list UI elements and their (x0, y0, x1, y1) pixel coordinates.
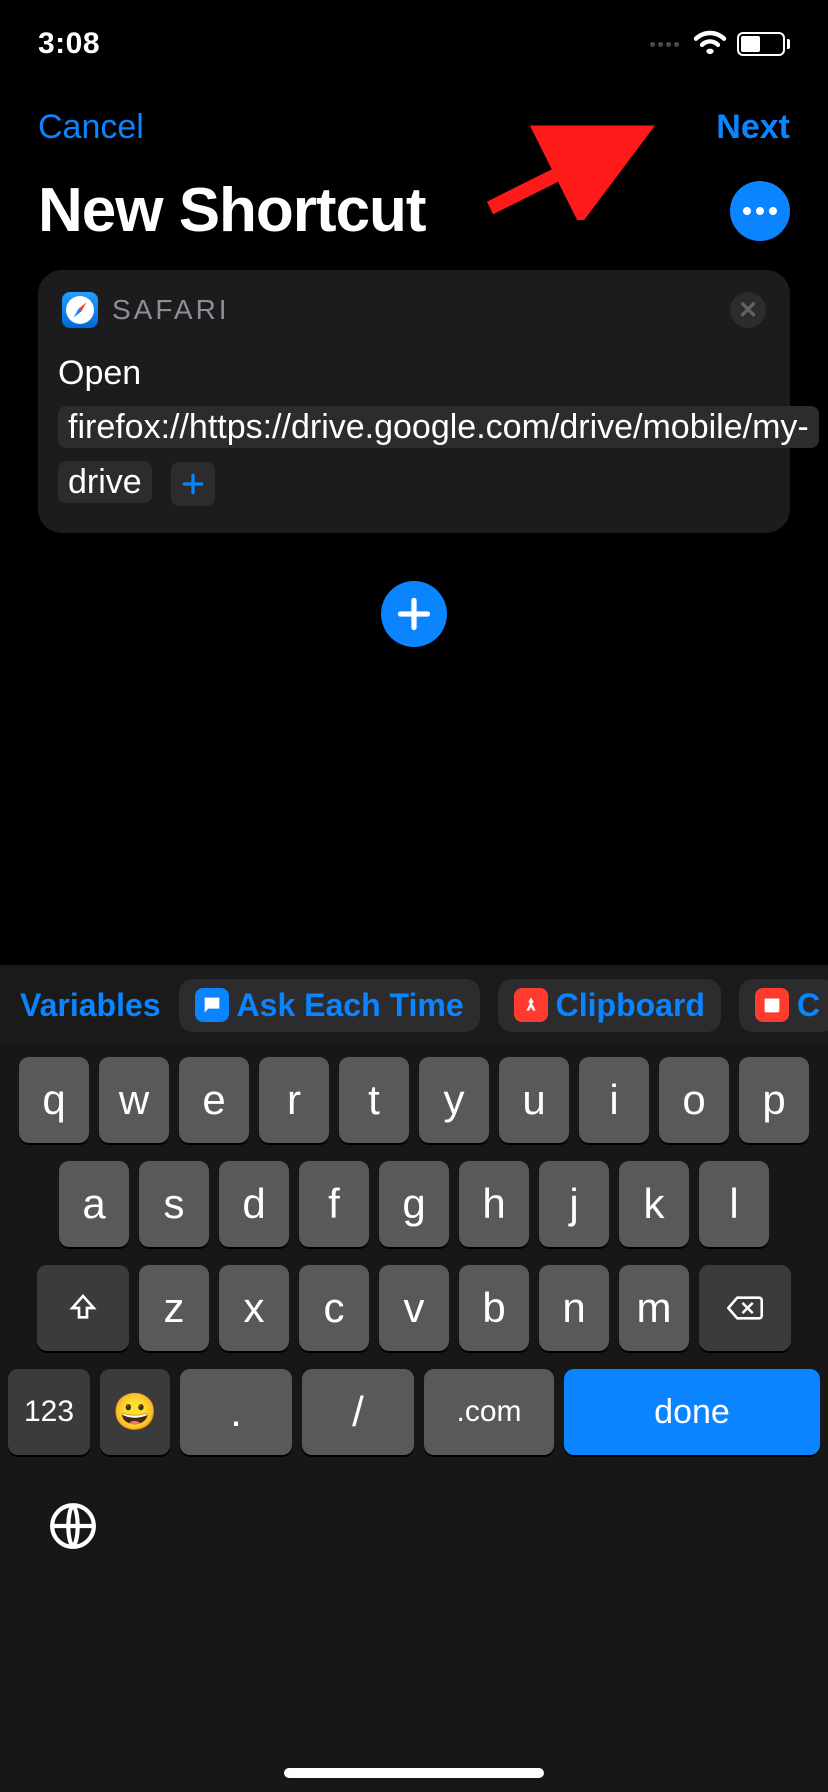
battery-icon (737, 32, 790, 56)
ask-icon (195, 988, 229, 1022)
current-label: C (797, 987, 820, 1024)
kb-row-2: a s d f g h j k l (8, 1161, 820, 1247)
status-icons (650, 29, 790, 60)
add-variable-button[interactable] (171, 462, 215, 506)
key-x[interactable]: x (219, 1265, 289, 1351)
ask-each-time-button[interactable]: Ask Each Time (179, 979, 480, 1032)
key-a[interactable]: a (59, 1161, 129, 1247)
status-bar: 3:08 (0, 0, 828, 88)
clipboard-label: Clipboard (556, 987, 705, 1024)
key-e[interactable]: e (179, 1057, 249, 1143)
key-s[interactable]: s (139, 1161, 209, 1247)
key-c[interactable]: c (299, 1265, 369, 1351)
wifi-icon (693, 29, 727, 60)
key-k[interactable]: k (619, 1161, 689, 1247)
key-m[interactable]: m (619, 1265, 689, 1351)
key-backspace[interactable] (699, 1265, 791, 1351)
next-button[interactable]: Next (716, 108, 790, 147)
action-body[interactable]: Open firefox://https://drive.google.com/… (58, 346, 770, 509)
key-u[interactable]: u (499, 1057, 569, 1143)
globe-button[interactable] (48, 1501, 98, 1551)
key-w[interactable]: w (99, 1057, 169, 1143)
key-f[interactable]: f (299, 1161, 369, 1247)
key-n[interactable]: n (539, 1265, 609, 1351)
action-verb: Open (58, 354, 141, 392)
cancel-button[interactable]: Cancel (38, 108, 144, 147)
key-t[interactable]: t (339, 1057, 409, 1143)
kb-row-3: z x c v b n m (8, 1265, 820, 1351)
key-dot[interactable]: . (180, 1369, 292, 1455)
key-h[interactable]: h (459, 1161, 529, 1247)
action-card[interactable]: SAFARI ✕ Open firefox://https://drive.go… (38, 270, 790, 533)
clipboard-button[interactable]: Clipboard (498, 979, 721, 1032)
key-r[interactable]: r (259, 1057, 329, 1143)
key-123[interactable]: 123 (8, 1369, 90, 1455)
key-d[interactable]: d (219, 1161, 289, 1247)
ask-label: Ask Each Time (237, 987, 464, 1024)
key-z[interactable]: z (139, 1265, 209, 1351)
key-y[interactable]: y (419, 1057, 489, 1143)
calendar-icon (755, 988, 789, 1022)
page-title: New Shortcut (38, 175, 426, 246)
key-l[interactable]: l (699, 1161, 769, 1247)
key-shift[interactable] (37, 1265, 129, 1351)
key-done[interactable]: done (564, 1369, 820, 1455)
keyboard: q w e r t y u i o p a s d f g h j k l z … (0, 1045, 828, 1792)
key-q[interactable]: q (19, 1057, 89, 1143)
key-slash[interactable]: / (302, 1369, 414, 1455)
kb-row-4: 123 😀 . / .com done (8, 1369, 820, 1455)
key-dotcom[interactable]: .com (424, 1369, 554, 1455)
home-indicator[interactable] (284, 1768, 544, 1778)
key-b[interactable]: b (459, 1265, 529, 1351)
action-app-label: SAFARI (112, 294, 230, 326)
key-v[interactable]: v (379, 1265, 449, 1351)
current-date-button[interactable]: C (739, 979, 828, 1032)
action-remove-button[interactable]: ✕ (730, 292, 766, 328)
kb-row-1: q w e r t y u i o p (8, 1057, 820, 1143)
key-g[interactable]: g (379, 1161, 449, 1247)
title-row: New Shortcut (0, 153, 828, 270)
key-o[interactable]: o (659, 1057, 729, 1143)
variable-suggestion-bar: Variables Ask Each Time Clipboard C (0, 965, 828, 1045)
status-time: 3:08 (38, 27, 100, 61)
variables-button[interactable]: Variables (20, 987, 161, 1024)
add-action-button[interactable] (381, 581, 447, 647)
cellular-dots-icon (650, 42, 679, 47)
key-emoji[interactable]: 😀 (100, 1369, 170, 1455)
more-button[interactable] (730, 181, 790, 241)
key-i[interactable]: i (579, 1057, 649, 1143)
safari-icon (62, 292, 98, 328)
key-p[interactable]: p (739, 1057, 809, 1143)
nav-bar: Cancel Next (0, 88, 828, 153)
key-j[interactable]: j (539, 1161, 609, 1247)
clipboard-icon (514, 988, 548, 1022)
